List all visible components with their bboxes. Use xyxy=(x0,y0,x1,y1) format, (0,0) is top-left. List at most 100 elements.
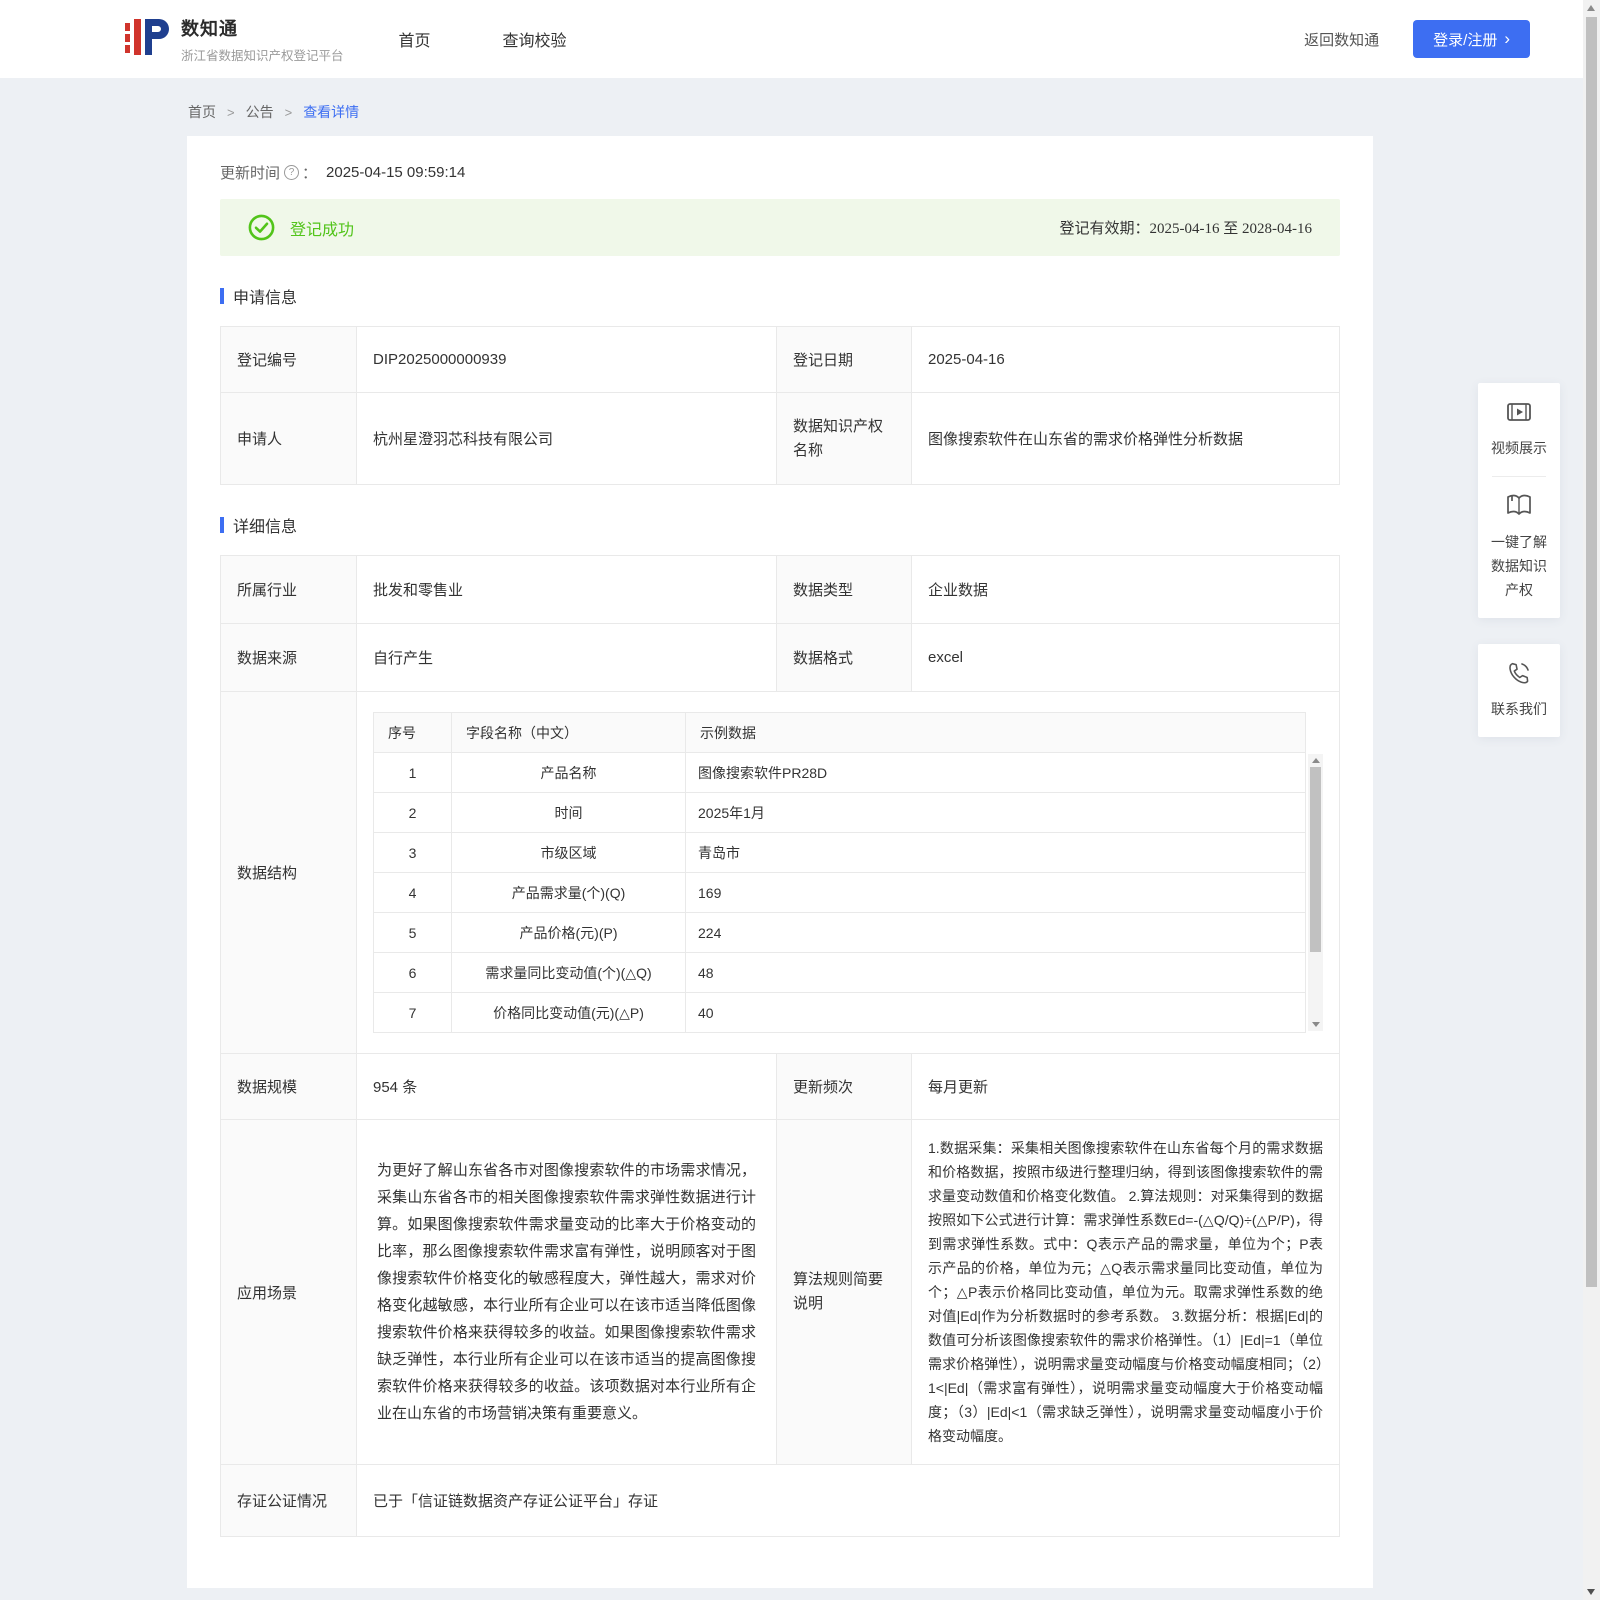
divider xyxy=(1492,476,1546,477)
contact-us-label: 联系我们 xyxy=(1491,701,1547,717)
breadcrumb-separator: > xyxy=(227,104,235,120)
logo-icon xyxy=(125,13,171,66)
update-time-colon: ： xyxy=(302,165,318,182)
scale-value: 954 条 xyxy=(356,1053,777,1120)
col-seq: 序号 xyxy=(373,712,452,753)
breadcrumb-current-detail: 查看详情 xyxy=(303,104,360,120)
nav-home[interactable]: 首页 xyxy=(399,27,431,51)
section-title-text: 申请信息 xyxy=(233,290,298,307)
nav-query-verify[interactable]: 查询校验 xyxy=(503,27,567,51)
table-row: 数据规模 954 条 更新频次 每月更新 xyxy=(220,1053,1340,1120)
table-row: 申请人 杭州星澄羽芯科技有限公司 数据知识产权名称 图像搜索软件在山东省的需求价… xyxy=(220,392,1340,485)
scrollbar-thumb[interactable] xyxy=(1310,767,1321,952)
table-row: 存证公证情况 已于「信证链数据资产存证公证平台」存证 xyxy=(220,1464,1340,1537)
scroll-down-arrow-icon[interactable] xyxy=(1311,1022,1320,1027)
detail-content-card: 更新时间 ? ： 2025-04-15 09:59:14 登记成功 登记有效期：… xyxy=(187,136,1373,1588)
book-icon xyxy=(1486,493,1552,522)
update-time-value: 2025-04-15 09:59:14 xyxy=(326,164,466,181)
detail-info-table: 所属行业 批发和零售业 数据类型 企业数据 数据来源 自行产生 数据格式 exc… xyxy=(220,555,1340,1537)
section-accent-bar xyxy=(220,288,224,304)
breadcrumb-separator: > xyxy=(284,104,293,120)
breadcrumb-home[interactable]: 首页 xyxy=(188,102,216,122)
data-type-value: 企业数据 xyxy=(911,555,1340,624)
ip-name-value: 图像搜索软件在山东省的需求价格弹性分析数据 xyxy=(911,392,1340,485)
frequency-value: 每月更新 xyxy=(911,1053,1340,1120)
status-badge: 登记成功 xyxy=(290,221,355,239)
section-application-info: 申请信息 xyxy=(220,284,1340,308)
logo-title: 数知通 xyxy=(181,18,238,39)
table-row: 7 价格同比变动值(元)(△P) 40 xyxy=(373,992,1306,1033)
col-sample: 示例数据 xyxy=(685,712,1306,753)
logo-subtitle: 浙江省数据知识产权登记平台 xyxy=(181,48,344,63)
data-structure-table: 序号 字段名称（中文） 示例数据 1 产品名称 图像搜索软件PR28D 2 时间 xyxy=(373,712,1306,1033)
top-navigation-bar: 数知通 浙江省数据知识产权登记平台 首页 查询校验 返回数知通 登录/注册 › xyxy=(0,0,1600,78)
algorithm-text-cell: 1.数据采集：采集相关图像搜索软件在山东省每个月的需求数据和价格数据，按照市级进… xyxy=(911,1119,1340,1465)
inner-table-scrollbar[interactable] xyxy=(1308,754,1323,1031)
table-row: 3 市级区域 青岛市 xyxy=(373,832,1306,873)
scrollbar-thumb[interactable] xyxy=(1586,17,1597,1287)
learn-data-ip-button[interactable]: 一键了解数据知识产权 xyxy=(1486,493,1552,602)
reg-no-value: DIP2025000000939 xyxy=(356,326,777,393)
table-row: 5 产品价格(元)(P) 224 xyxy=(373,912,1306,953)
table-row: 登记编号 DIP2025000000939 登记日期 2025-04-16 xyxy=(220,326,1340,393)
applicant-label: 申请人 xyxy=(220,392,357,485)
algorithm-text: 1.数据采集：采集相关图像搜索软件在山东省每个月的需求数据和价格数据，按照市级进… xyxy=(928,1140,1323,1444)
video-showcase-label: 视频展示 xyxy=(1491,440,1547,456)
breadcrumb-announcement[interactable]: 公告 xyxy=(246,102,274,122)
industry-value: 批发和零售业 xyxy=(356,555,777,624)
reg-date-value: 2025-04-16 xyxy=(911,326,1340,393)
section-title-text: 详细信息 xyxy=(233,519,298,536)
help-question-icon[interactable]: ? xyxy=(284,165,300,180)
update-time-row: 更新时间 ? ： 2025-04-15 09:59:14 xyxy=(220,162,1340,183)
ip-name-label: 数据知识产权名称 xyxy=(776,392,912,485)
registration-success-banner: 登记成功 登记有效期：2025-04-16 至 2028-04-16 xyxy=(220,199,1340,256)
table-row: 应用场景 为更好了解山东省各市对图像搜索软件的市场需求情况，采集山东省各市的相关… xyxy=(220,1119,1340,1465)
algorithm-label: 算法规则简要说明 xyxy=(776,1119,912,1465)
format-value: excel xyxy=(911,623,1340,692)
video-icon xyxy=(1486,399,1552,428)
table-row: 6 需求量同比变动值(个)(△Q) 48 xyxy=(373,952,1306,993)
table-row: 2 时间 2025年1月 xyxy=(373,792,1306,833)
validity-label: 登记有效期： xyxy=(1059,220,1150,237)
table-row: 所属行业 批发和零售业 数据类型 企业数据 xyxy=(220,555,1340,624)
back-to-shuzhitong-link[interactable]: 返回数知通 xyxy=(1304,29,1379,50)
table-row: 1 产品名称 图像搜索软件PR28D xyxy=(373,752,1306,793)
col-field-name: 字段名称（中文） xyxy=(451,712,686,753)
scenario-text: 为更好了解山东省各市对图像搜索软件的市场需求情况，采集山东省各市的相关图像搜索软… xyxy=(377,1162,756,1422)
scroll-up-arrow-icon[interactable] xyxy=(1587,5,1595,11)
scroll-up-arrow-icon[interactable] xyxy=(1311,758,1320,763)
video-showcase-button[interactable]: 视频展示 xyxy=(1486,399,1552,460)
scenario-text-cell: 为更好了解山东省各市对图像搜索软件的市场需求情况，采集山东省各市的相关图像搜索软… xyxy=(356,1119,777,1465)
section-accent-bar xyxy=(220,517,224,533)
format-label: 数据格式 xyxy=(776,623,912,692)
applicant-value: 杭州星澄羽芯科技有限公司 xyxy=(356,392,777,485)
update-time-label: 更新时间 xyxy=(220,165,281,182)
reg-no-label: 登记编号 xyxy=(220,326,357,393)
scale-label: 数据规模 xyxy=(220,1053,357,1120)
float-card-contact: 联系我们 xyxy=(1478,644,1560,737)
industry-label: 所属行业 xyxy=(220,555,357,624)
scenario-label: 应用场景 xyxy=(220,1119,357,1465)
chevron-right-icon: › xyxy=(1504,28,1510,48)
section-detail-info: 详细信息 xyxy=(220,513,1340,537)
floating-side-panel: 视频展示 一键了解数据知识产权 联系我们 xyxy=(1478,383,1560,737)
contact-us-button[interactable]: 联系我们 xyxy=(1486,660,1552,721)
page-scrollbar[interactable] xyxy=(1583,0,1600,1600)
notary-value: 已于「信证链数据资产存证公证平台」存证 xyxy=(356,1464,1340,1537)
table-row: 数据来源 自行产生 数据格式 excel xyxy=(220,623,1340,692)
scroll-down-arrow-icon[interactable] xyxy=(1587,1589,1595,1595)
data-structure-table-wrap: 序号 字段名称（中文） 示例数据 1 产品名称 图像搜索软件PR28D 2 时间 xyxy=(373,710,1323,1035)
table-row: 4 产品需求量(个)(Q) 169 xyxy=(373,872,1306,913)
source-label: 数据来源 xyxy=(220,623,357,692)
platform-logo[interactable]: 数知通 浙江省数据知识产权登记平台 xyxy=(125,13,344,66)
application-info-table: 登记编号 DIP2025000000939 登记日期 2025-04-16 申请… xyxy=(220,326,1340,485)
breadcrumb: 首页 > 公告 > 查看详情 xyxy=(188,102,1600,122)
data-structure-label: 数据结构 xyxy=(220,691,357,1054)
table-header-row: 序号 字段名称（中文） 示例数据 xyxy=(373,712,1306,753)
main-nav: 首页 查询校验 xyxy=(399,27,567,51)
float-card-top: 视频展示 一键了解数据知识产权 xyxy=(1478,383,1560,618)
learn-data-ip-label: 一键了解数据知识产权 xyxy=(1491,534,1547,598)
success-check-icon xyxy=(248,214,275,241)
data-structure-row: 数据结构 序号 字段名称（中文） 示例数据 1 产品名称 图像搜索软件PR28D… xyxy=(220,691,1340,1054)
login-register-button[interactable]: 登录/注册 › xyxy=(1413,20,1530,58)
